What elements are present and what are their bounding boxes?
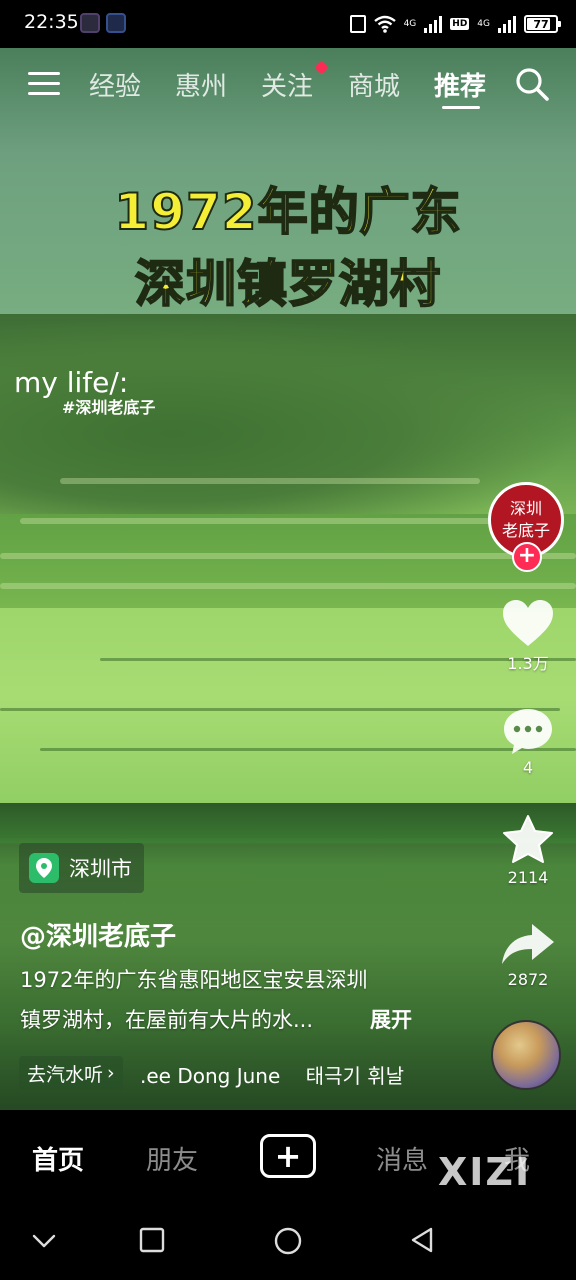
signal-icon <box>424 15 443 33</box>
tab-messages[interactable]: 消息 <box>376 1140 428 1177</box>
video-scene-terrace <box>60 478 480 484</box>
listen-on-qishui-button[interactable]: 去汽水听 › <box>19 1056 123 1090</box>
favorite-count: 2114 <box>507 868 549 887</box>
follow-button[interactable]: + <box>512 542 542 572</box>
active-tab-indicator <box>442 106 480 109</box>
hd-badge: HD <box>450 18 470 30</box>
site-watermark: XIZI <box>438 1150 532 1194</box>
tab-mall[interactable]: 商城 <box>348 66 400 103</box>
video-title-line-1: 1972年的广东 <box>113 182 462 242</box>
tab-recommended[interactable]: 推荐 <box>434 66 486 103</box>
wifi-icon <box>373 15 396 33</box>
video-scene-terrace <box>20 518 540 524</box>
app-notification-icon <box>80 13 100 33</box>
app-notification-icon <box>106 13 126 33</box>
status-indicators: 4G HD 4G 77 <box>349 12 561 36</box>
share-count: 2872 <box>507 970 549 989</box>
menu-icon[interactable] <box>28 72 60 98</box>
network-type-label: 4G <box>477 19 490 29</box>
tab-following[interactable]: 关注 <box>261 66 313 103</box>
network-type-label: 4G <box>403 19 417 29</box>
avatar-text-line-2: 老底子 <box>501 521 550 540</box>
status-bar: 22:35 4G HD 4G 77 <box>0 0 576 48</box>
vibrate-icon <box>349 15 366 33</box>
like-button[interactable]: 1.3万 <box>496 598 560 674</box>
location-tag[interactable]: 深圳市 <box>19 843 144 893</box>
tab-home[interactable]: 首页 <box>32 1140 84 1177</box>
home-icon[interactable] <box>273 1226 303 1256</box>
location-pin-icon <box>29 853 59 883</box>
battery-icon: 77 <box>524 15 561 33</box>
video-scene-terrace <box>0 583 576 589</box>
tab-huizhou[interactable]: 惠州 <box>175 66 227 103</box>
video-scene-field <box>0 608 576 828</box>
comment-button[interactable]: 4 <box>496 706 560 777</box>
heart-icon <box>503 600 553 646</box>
author-name[interactable]: @深圳老底子 <box>20 916 176 953</box>
video-title-line-2: 深圳镇罗湖村 <box>134 254 441 314</box>
comment-count: 4 <box>522 758 534 777</box>
create-button[interactable]: + <box>260 1134 316 1178</box>
like-count: 1.3万 <box>507 654 549 673</box>
status-time: 22:35 <box>24 11 79 33</box>
signal-icon <box>498 15 516 33</box>
share-arrow-icon <box>502 924 554 964</box>
tab-friends[interactable]: 朋友 <box>146 1140 198 1177</box>
bottom-tab-bar: 首页 朋友 + 消息 我 XIZI <box>0 1110 576 1204</box>
search-icon[interactable] <box>514 66 550 102</box>
music-title[interactable]: .ee Dong June 태극기 휘날 <box>140 1060 404 1089</box>
video-scene-treeline <box>0 803 576 843</box>
notification-dot <box>316 62 327 73</box>
video-watermark-hashtag: #深圳老底子 <box>62 398 156 417</box>
share-button[interactable]: 2872 <box>496 920 560 989</box>
tab-experience[interactable]: 经验 <box>89 66 141 103</box>
system-navigation-bar <box>0 1204 576 1280</box>
recent-apps-icon[interactable] <box>138 1226 166 1254</box>
comment-icon <box>504 709 552 754</box>
music-disc[interactable] <box>491 1020 561 1090</box>
expand-description-button[interactable]: 展开 <box>370 1004 412 1034</box>
location-label: 深圳市 <box>69 857 132 881</box>
chevron-right-icon: › <box>107 1062 115 1084</box>
music-chip-label: 去汽水听 <box>27 1063 104 1086</box>
chevron-down-icon[interactable] <box>30 1226 58 1254</box>
video-scene-field-line <box>0 708 560 711</box>
favorite-button[interactable]: 2114 <box>496 814 560 887</box>
star-icon <box>503 815 553 863</box>
battery-level: 77 <box>533 17 549 31</box>
video-scene-terrace <box>0 553 576 559</box>
back-icon[interactable] <box>408 1226 436 1254</box>
description-line-1: 1972年的广东省惠阳地区宝安县深圳 <box>20 968 368 992</box>
avatar-text-line-1: 深圳 <box>509 499 542 518</box>
